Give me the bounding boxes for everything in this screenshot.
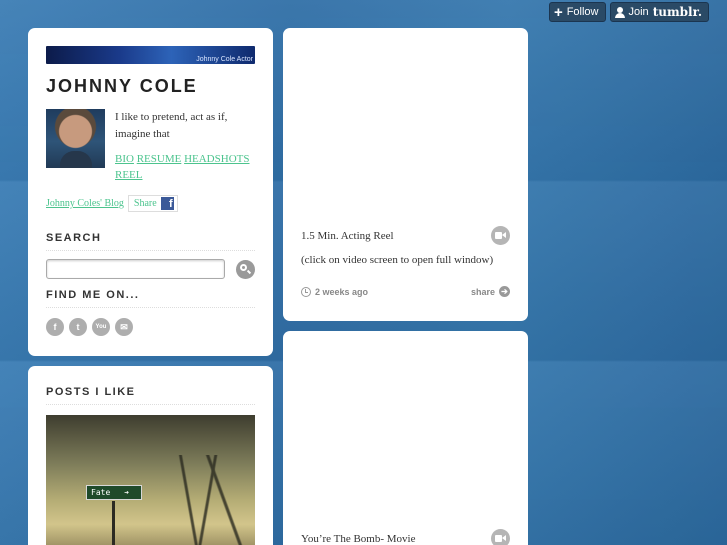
share-label: Share [133, 198, 157, 209]
post-title-row: 1.5 Min. Acting Reel [301, 226, 510, 245]
post-caption: (click on video screen to open full wind… [301, 254, 494, 266]
post-meta: 2 weeks ago share ➔ [301, 286, 510, 297]
post-timestamp: 2 weeks ago [315, 286, 369, 297]
video-camera-icon[interactable] [491, 226, 510, 245]
search-heading: SEARCH [46, 232, 255, 251]
video-player[interactable] [301, 331, 510, 529]
post-title: 1.5 Min. Acting Reel [301, 229, 394, 242]
avatar [46, 109, 105, 168]
bio-links: BIO RESUME HEADSHOTS REEL [115, 151, 255, 183]
banner-text: Johnny Cole Actor [196, 56, 253, 63]
sign-pole [112, 501, 115, 545]
headshots-link[interactable]: HEADSHOTS [184, 153, 249, 165]
find-me-heading: FIND ME ON... [46, 289, 255, 308]
video-post: You’re The Bomb- Movie [283, 331, 528, 545]
share-label: share [470, 286, 495, 297]
facebook-share-button[interactable]: Share f [127, 195, 178, 212]
post-title-row: You’re The Bomb- Movie [301, 529, 510, 545]
social-links: f t You ✉ [46, 318, 255, 336]
post-title: You’re The Bomb- Movie [301, 532, 416, 545]
bio-block: I like to pretend, act as if, imagine th… [115, 109, 255, 183]
fate-sign-text: Fate [91, 488, 111, 497]
trees-silhouette [125, 455, 255, 545]
blog-share-row: Johnny Coles' Blog Share f [46, 195, 255, 212]
search-icon[interactable] [236, 259, 255, 279]
header-banner[interactable]: Johnny Cole Actor [46, 46, 255, 64]
blog-link[interactable]: Johnny Coles' Blog [46, 198, 124, 209]
resume-link[interactable]: RESUME [137, 153, 182, 165]
reel-link[interactable]: REEL [115, 169, 143, 181]
twitter-icon[interactable]: t [69, 318, 87, 336]
join-label: Join [628, 6, 649, 18]
plus-icon: + [553, 3, 563, 21]
post-timestamp-link[interactable]: 2 weeks ago [301, 286, 369, 297]
facebook-icon[interactable]: f [46, 318, 64, 336]
post-share-button[interactable]: share ➔ [471, 286, 510, 297]
tumblr-brand: tumblr. [652, 5, 702, 19]
person-icon [614, 6, 625, 18]
bio-description: I like to pretend, act as if, imagine th… [115, 111, 228, 140]
tumblr-controls: + Follow Join tumblr. [548, 2, 709, 22]
facebook-icon: f [160, 197, 174, 210]
video-camera-icon[interactable] [491, 529, 510, 545]
posts-i-like-card: POSTS I LIKE Fate ➔ [28, 366, 273, 545]
share-arrow-icon: ➔ [499, 286, 510, 297]
bio-link[interactable]: BIO [115, 153, 134, 165]
fate-sign: Fate ➔ [86, 485, 142, 500]
video-player[interactable] [301, 28, 510, 226]
sidebar-card: Johnny Cole Actor JOHNNY COLE I like to … [28, 28, 273, 356]
join-tumblr-button[interactable]: Join tumblr. [609, 2, 709, 22]
email-icon[interactable]: ✉ [115, 318, 133, 336]
clock-icon [301, 286, 311, 297]
youtube-icon[interactable]: You [92, 318, 110, 336]
follow-label: Follow [566, 6, 599, 18]
posts-i-like-heading: POSTS I LIKE [46, 386, 255, 405]
search-input[interactable] [46, 259, 226, 279]
blog-title[interactable]: JOHNNY COLE [46, 76, 255, 97]
search-row [46, 259, 255, 279]
video-post: 1.5 Min. Acting Reel (click on video scr… [283, 28, 528, 321]
liked-photo[interactable]: Fate ➔ [46, 415, 255, 545]
bio-row: I like to pretend, act as if, imagine th… [46, 109, 255, 183]
follow-button[interactable]: + Follow [548, 2, 606, 22]
arrow-right-icon: ➔ [124, 488, 130, 497]
